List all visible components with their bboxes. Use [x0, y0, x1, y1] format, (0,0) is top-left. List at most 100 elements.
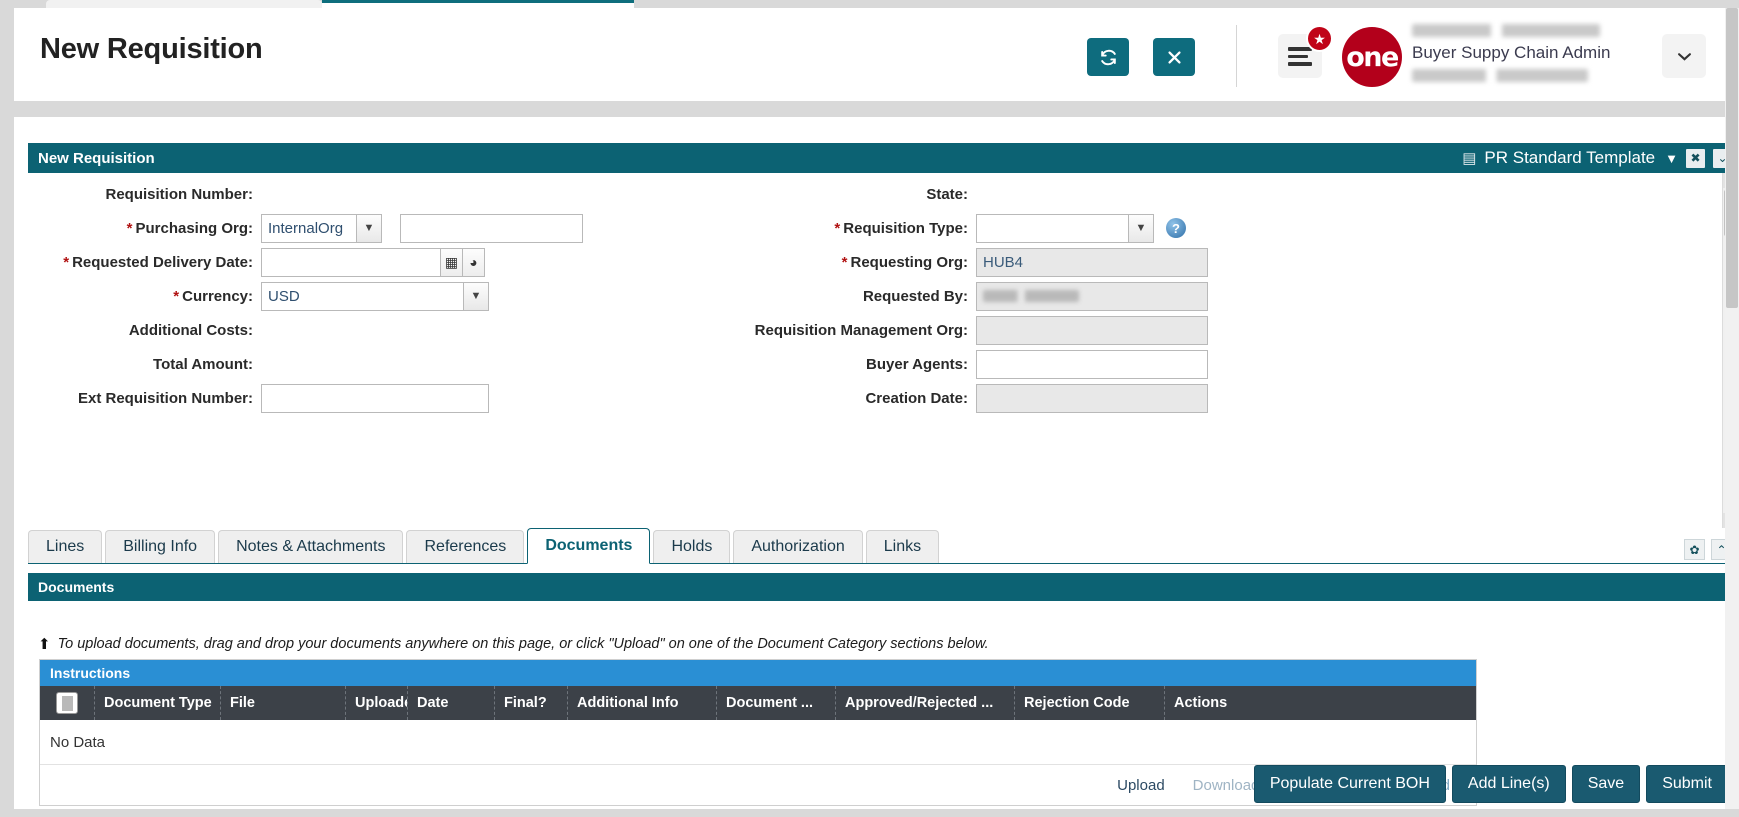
tab-notes-attachments[interactable]: Notes & Attachments — [218, 530, 404, 563]
field-row-requested-by: Requested By: — [648, 279, 1348, 313]
instructions-label: Instructions — [50, 665, 131, 681]
field-row-requisition-type: * Requisition Type: ▼ ? — [648, 211, 1348, 245]
form-action-buttons: Populate Current BOH Add Line(s) Save Su… — [28, 761, 1736, 807]
upload-instruction-text: To upload documents, drag and drop your … — [57, 636, 989, 652]
chevron-down-icon — [1677, 52, 1691, 61]
tab-links[interactable]: Links — [865, 530, 940, 563]
page-scrollbar-thumb[interactable] — [1726, 8, 1738, 308]
label-buyer-agents: Buyer Agents: — [866, 355, 968, 373]
purchasing-org-text-input[interactable] — [400, 213, 583, 243]
requested-delivery-date-input[interactable] — [261, 247, 441, 277]
template-name-label: PR Standard Template — [1484, 148, 1656, 167]
requisition-management-org-input — [976, 315, 1208, 345]
chevron-down-icon[interactable]: ▼ — [463, 281, 489, 311]
select-all-header[interactable] — [40, 686, 95, 720]
requested-by-input — [976, 281, 1208, 311]
tab-documents[interactable]: Documents — [527, 528, 651, 564]
requisition-type-select[interactable]: ▼ — [976, 213, 1154, 243]
label-requisition-type: Requisition Type: — [843, 219, 968, 237]
star-badge-icon: ★ — [1306, 25, 1333, 52]
user-info: Buyer Suppy Chain Admin — [1412, 24, 1642, 82]
refresh-button[interactable] — [1087, 38, 1129, 76]
column-header-additional-info[interactable]: Additional Info — [568, 686, 717, 720]
template-dropdown-caret-icon[interactable]: ▼ — [1665, 151, 1678, 166]
buyer-agents-input[interactable] — [976, 349, 1208, 379]
purchasing-org-value: InternalOrg — [261, 213, 356, 243]
field-row-state: State: — [648, 177, 1348, 211]
close-button[interactable] — [1153, 38, 1195, 76]
field-row-additional-costs: Additional Costs: — [28, 313, 668, 347]
field-row-creation-date: Creation Date: — [648, 381, 1348, 415]
ext-requisition-number-input[interactable] — [261, 383, 489, 413]
add-lines-button[interactable]: Add Line(s) — [1451, 765, 1566, 803]
chevron-down-icon[interactable]: ▼ — [1128, 213, 1154, 243]
page-title: New Requisition — [40, 33, 263, 65]
requested-delivery-date-group: ▦ ◕ — [261, 247, 485, 277]
browser-tab-active[interactable] — [322, 0, 634, 8]
label-currency: Currency: — [182, 287, 253, 305]
field-row-requisition-number: Requisition Number: — [28, 177, 668, 211]
label-additional-costs: Additional Costs: — [128, 321, 253, 339]
documents-section-header: Documents — [28, 573, 1736, 601]
field-row-requested-delivery-date: * Requested Delivery Date: ▦ ◕ — [28, 245, 668, 279]
documents-section-title: Documents — [38, 579, 115, 595]
chevron-down-icon[interactable]: ▼ — [356, 213, 382, 243]
gear-icon[interactable]: ✿ — [1684, 539, 1705, 560]
page-scrollbar[interactable] — [1725, 8, 1739, 817]
tab-references[interactable]: References — [406, 530, 525, 563]
tab-authorization[interactable]: Authorization — [733, 530, 863, 563]
help-icon[interactable]: ? — [1166, 218, 1186, 238]
header-divider — [1236, 25, 1237, 87]
upload-instruction: ⬆ To upload documents, drag and drop you… — [38, 635, 989, 653]
panel-header-controls: ▤ PR Standard Template ▼ ✖ ⌄ — [1462, 143, 1732, 173]
tab-holds[interactable]: Holds — [653, 530, 731, 563]
field-row-purchasing-org: * Purchasing Org: InternalOrg ▼ — [28, 211, 668, 245]
tab-lines[interactable]: Lines — [28, 530, 103, 563]
column-header-uploaded-by[interactable]: Uploade... — [346, 686, 408, 720]
column-header-document-type[interactable]: Document Type — [95, 686, 221, 720]
browser-tab-inactive[interactable] — [46, 0, 322, 8]
instructions-category-header[interactable]: Instructions — [40, 660, 1476, 686]
label-creation-date: Creation Date: — [865, 389, 968, 407]
purchasing-org-select[interactable]: InternalOrg ▼ — [261, 213, 382, 243]
column-header-actions[interactable]: Actions — [1165, 686, 1470, 720]
field-row-total-amount: Total Amount: — [28, 347, 668, 381]
user-role-label: Buyer Suppy Chain Admin — [1412, 43, 1611, 62]
user-name-redacted — [1412, 24, 1600, 37]
panel-title: New Requisition — [38, 149, 155, 167]
column-header-document[interactable]: Document ... — [717, 686, 836, 720]
required-marker: * — [834, 219, 841, 237]
column-header-date[interactable]: Date — [408, 686, 495, 720]
upload-icon: ⬆ — [38, 636, 51, 653]
label-state: State: — [926, 185, 968, 203]
submit-button[interactable]: Submit — [1646, 765, 1728, 803]
tab-billing-info[interactable]: Billing Info — [105, 530, 216, 563]
select-all-checkbox[interactable] — [56, 692, 78, 714]
creation-date-input — [976, 383, 1208, 413]
clock-icon[interactable]: ◕ — [463, 247, 485, 277]
requesting-org-input: HUB4 — [976, 247, 1208, 277]
one-logo-text: one — [1346, 41, 1399, 73]
user-org-redacted — [1412, 69, 1588, 82]
label-total-amount: Total Amount: — [153, 355, 253, 373]
required-marker: * — [63, 253, 70, 271]
column-header-rejection-code[interactable]: Rejection Code — [1015, 686, 1165, 720]
calendar-icon[interactable]: ▦ — [441, 247, 463, 277]
column-header-final[interactable]: Final? — [495, 686, 568, 720]
user-menu-button[interactable] — [1662, 34, 1706, 78]
requisition-panel-header: New Requisition ▤ PR Standard Template ▼… — [28, 143, 1736, 173]
requisition-type-value — [976, 213, 1128, 243]
required-marker: * — [173, 287, 180, 305]
field-row-buyer-agents: Buyer Agents: — [648, 347, 1348, 381]
label-requisition-number: Requisition Number: — [105, 185, 253, 203]
column-header-approved-rejected[interactable]: Approved/Rejected ... — [836, 686, 1015, 720]
main-menu-button[interactable]: ★ — [1278, 25, 1333, 78]
label-requisition-management-org: Requisition Management Org: — [754, 321, 968, 339]
save-button[interactable]: Save — [1571, 765, 1641, 803]
requested-by-value-redacted — [983, 290, 1079, 302]
panel-close-icon[interactable]: ✖ — [1686, 148, 1705, 168]
documents-table-header-row: Document Type File Uploade... Date Final… — [40, 686, 1476, 720]
populate-current-boh-button[interactable]: Populate Current BOH — [1253, 765, 1446, 803]
currency-select[interactable]: USD ▼ — [261, 281, 489, 311]
column-header-file[interactable]: File — [221, 686, 346, 720]
